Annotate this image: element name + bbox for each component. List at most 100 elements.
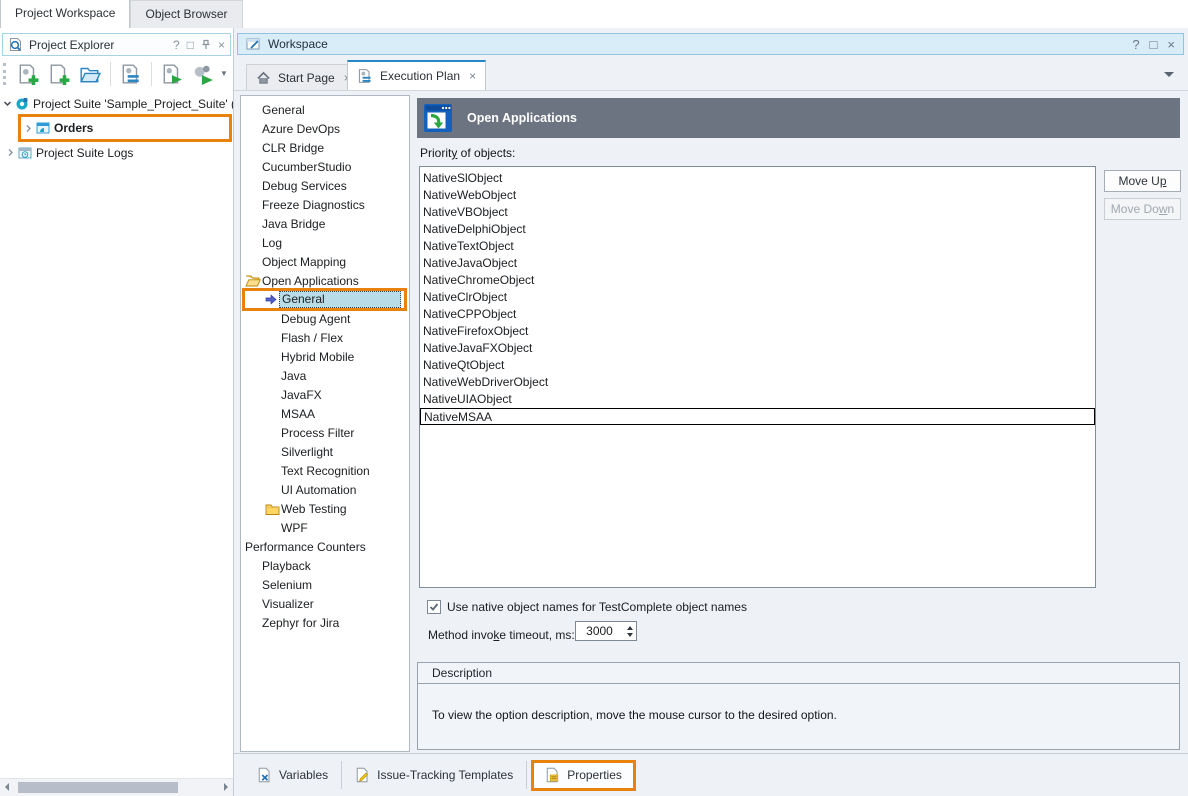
description-title: Description [418,663,1179,684]
priority-item-label: NativeWebDriverObject [423,375,548,389]
options-tree-item[interactable]: Visualizer [241,594,409,613]
toolbar-grip[interactable] [3,63,9,85]
options-tree-label: Zephyr for Jira [262,616,339,630]
options-tree-item[interactable]: UI Automation [241,480,409,499]
options-tree-label: Debug Agent [281,312,350,326]
use-native-names-checkbox[interactable] [427,600,441,614]
options-tree-item[interactable]: Web Testing [241,499,409,518]
priority-listbox[interactable]: NativeSlObjectNativeWebObjectNativeVBObj… [419,166,1096,588]
priority-list-item[interactable]: NativeSlObject [420,170,1095,187]
options-tree-item[interactable]: WPF [241,518,409,537]
move-down-button[interactable]: Move Down [1104,198,1181,220]
priority-item-label: NativeJavaFXObject [423,341,532,355]
options-tree-item[interactable]: Process Filter [241,423,409,442]
options-tree-item[interactable]: JavaFX [241,385,409,404]
options-tree-item[interactable]: Selenium [241,575,409,594]
options-tree-item[interactable]: General [241,100,409,119]
priority-list-item[interactable]: NativeVBObject [420,204,1095,221]
pin-icon[interactable] [201,39,211,50]
priority-list-item[interactable]: NativeUIAObject [420,391,1095,408]
tab-properties[interactable]: Properties [531,760,636,791]
priority-list-item[interactable]: NativeFirefoxObject [420,323,1095,340]
close-icon[interactable]: × [1167,38,1175,51]
workspace-icon [246,37,261,51]
options-tree-label: Azure DevOps [262,122,340,136]
tab-object-browser[interactable]: Object Browser [130,0,242,28]
spinner-value[interactable]: 3000 [576,622,623,640]
options-tree-item[interactable]: Text Recognition [241,461,409,480]
logs-icon [17,146,33,160]
dropdown-arrow-icon[interactable]: ▼ [220,69,228,78]
priority-list-item[interactable]: NativeCPPObject [420,306,1095,323]
priority-list-item[interactable]: NativeWebObject [420,187,1095,204]
options-tree-item[interactable]: Debug Agent [241,309,409,328]
options-tree-item[interactable]: General [241,290,409,309]
options-tree-item[interactable]: Azure DevOps [241,119,409,138]
close-tab-icon[interactable]: × [469,69,476,83]
scroll-right-icon[interactable] [224,783,228,791]
options-tree-item[interactable]: Java Bridge [241,214,409,233]
options-tree-item[interactable]: Object Mapping [241,252,409,271]
options-tree-label: Visualizer [262,597,314,611]
project-tree: Project Suite 'Sample_Project_Suite' (1 … [0,91,233,778]
horizontal-scrollbar[interactable] [0,778,233,796]
priority-list-item[interactable]: NativeQtObject [420,357,1095,374]
tab-variables[interactable]: Variables [244,760,341,790]
tab-label: Variables [279,768,328,782]
expand-chevron-icon[interactable] [21,124,35,133]
maximize-icon[interactable]: □ [187,39,194,51]
priority-list-item[interactable]: NativeTextObject [420,238,1095,255]
options-tree-item[interactable]: Hybrid Mobile [241,347,409,366]
priority-list-item[interactable]: NativeClrObject [420,289,1095,306]
add-new-item-icon[interactable] [45,60,73,88]
run-project-suite-icon[interactable] [189,60,217,88]
options-tree-item[interactable]: CucumberStudio [241,157,409,176]
options-tree-item[interactable]: Open Applications [241,271,409,290]
scrollbar-thumb[interactable] [18,782,178,793]
tab-project-workspace[interactable]: Project Workspace [0,0,130,28]
tree-item-label: Orders [54,121,93,135]
options-tree-item[interactable]: Playback [241,556,409,575]
move-up-button[interactable]: Move Up [1104,170,1181,192]
scroll-left-icon[interactable] [5,783,9,791]
add-project-suite-icon[interactable] [14,60,42,88]
priority-list-item[interactable]: NativeJavaObject [420,255,1095,272]
priority-item-label: NativeUIAObject [423,392,512,406]
priority-list-item[interactable]: NativeMSAA [420,408,1095,425]
options-tree-item[interactable]: MSAA [241,404,409,423]
priority-of-objects-label: Priority of objects: [420,146,515,160]
run-project-icon[interactable] [158,60,186,88]
spin-up-icon[interactable] [627,623,633,630]
collapse-chevron-icon[interactable] [0,99,14,108]
priority-list-item[interactable]: NativeDelphiObject [420,221,1095,238]
help-icon[interactable]: ? [173,39,180,51]
priority-list-item[interactable]: NativeWebDriverObject [420,374,1095,391]
options-tree-item[interactable]: Performance Counters [241,537,409,556]
priority-list-item[interactable]: NativeJavaFXObject [420,340,1095,357]
options-tree-item[interactable]: Flash / Flex [241,328,409,347]
method-invoke-timeout-spinner[interactable]: 3000 [575,621,637,641]
tab-start-page[interactable]: Start Page × [246,64,361,90]
options-tree-item[interactable]: Freeze Diagnostics [241,195,409,214]
open-icon[interactable] [76,60,104,88]
options-tree-item[interactable]: Log [241,233,409,252]
tab-execution-plan[interactable]: Execution Plan × [347,60,486,90]
tree-item-project-suite-logs[interactable]: Project Suite Logs [0,143,233,162]
priority-list-item[interactable]: NativeChromeObject [420,272,1095,289]
help-icon[interactable]: ? [1132,38,1139,51]
tab-issue-tracking-templates[interactable]: Issue-Tracking Templates [342,760,526,790]
spin-down-icon[interactable] [627,633,633,640]
tree-item-project-suite[interactable]: Project Suite 'Sample_Project_Suite' (1 … [0,94,233,113]
options-tree-item[interactable]: Java [241,366,409,385]
expand-chevron-icon[interactable] [3,148,17,157]
tree-item-orders-highlight[interactable]: Orders [18,114,232,142]
options-tree-label: Text Recognition [281,464,370,478]
maximize-icon[interactable]: □ [1150,38,1158,51]
tab-list-dropdown-icon[interactable] [1164,72,1174,82]
options-tree-item[interactable]: Debug Services [241,176,409,195]
options-tree-item[interactable]: Zephyr for Jira [241,613,409,632]
options-tree-item[interactable]: Silverlight [241,442,409,461]
options-tree-item[interactable]: CLR Bridge [241,138,409,157]
close-icon[interactable]: × [218,39,225,51]
organize-tests-icon[interactable] [117,60,145,88]
